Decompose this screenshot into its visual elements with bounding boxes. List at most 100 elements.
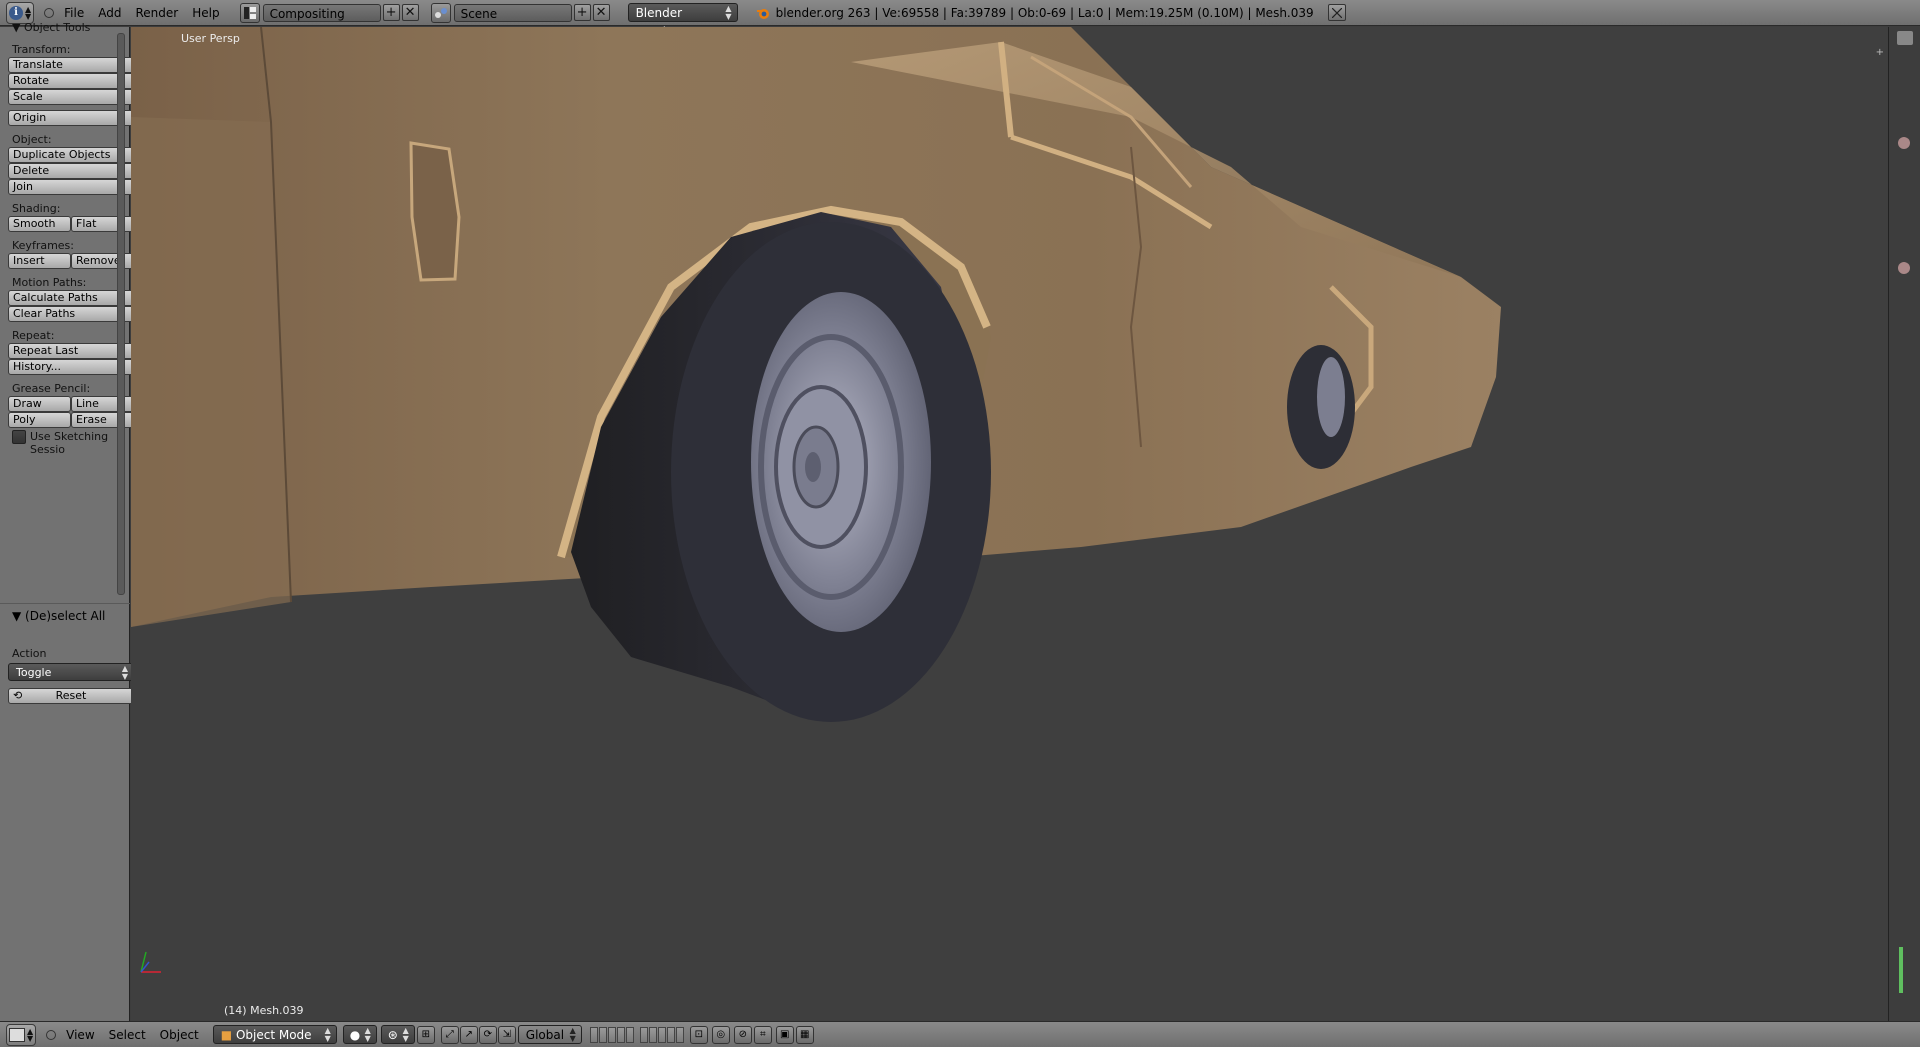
keyframes-label: Keyframes: — [12, 239, 74, 252]
scene-statistics: blender.org 263 | Ve:69558 | Fa:39789 | … — [775, 5, 1314, 20]
chevron-updown-icon: ▲ ▼ — [569, 1026, 576, 1043]
add-scene-icon[interactable]: + — [573, 4, 591, 21]
use-sketching-label: Use Sketching Sessio — [30, 430, 109, 456]
reset-button[interactable]: ⟲ Reset — [8, 688, 134, 704]
smooth-button[interactable]: Smooth — [8, 216, 71, 232]
menu-file[interactable]: File — [62, 6, 86, 20]
menu-collapse-icon[interactable] — [46, 1029, 57, 1040]
menu-add[interactable]: Add — [96, 6, 123, 20]
chevron-updown-icon: ▲ ▼ — [402, 1026, 409, 1043]
panel-divider — [0, 603, 130, 604]
reset-icon: ⟲ — [13, 689, 23, 702]
chevron-updown-icon: ▲ ▼ — [725, 4, 732, 21]
info-icon: i — [9, 5, 23, 20]
translate-button[interactable]: Translate — [8, 57, 134, 73]
snap-toggle-icon[interactable]: ⊘ — [733, 1025, 752, 1044]
pivot-icon: ⊛ — [387, 1028, 398, 1042]
chevron-updown-icon: ▲ ▼ — [27, 1026, 34, 1043]
lock-layers-icon[interactable]: ⊡ — [689, 1025, 708, 1044]
object-label: Object: — [12, 133, 52, 146]
proportional-edit-icon[interactable]: ◎ — [711, 1025, 730, 1044]
motion-paths-label: Motion Paths: — [12, 276, 87, 289]
rotate-manipulator-icon[interactable]: ⟳ — [478, 1025, 497, 1044]
object-tools-title: Object Tools — [23, 21, 91, 34]
rotate-button[interactable]: Rotate — [8, 73, 134, 89]
history-button[interactable]: History... — [8, 359, 134, 375]
translate-manipulator-icon[interactable]: ↗ — [459, 1025, 478, 1044]
chevron-updown-icon: ▲ ▼ — [25, 4, 32, 21]
menu-help[interactable]: Help — [190, 6, 221, 20]
editor-type-selector[interactable]: ▲ ▼ — [6, 1023, 37, 1046]
reset-label: Reset — [55, 689, 87, 702]
transform-orientation-dropdown[interactable]: Global ▲ ▼ — [517, 1025, 582, 1044]
action-dropdown[interactable]: Toggle ▲ ▼ — [8, 663, 134, 681]
properties-toggle-icon[interactable]: + — [1876, 47, 1884, 58]
tool-shelf-scrollbar[interactable] — [117, 33, 125, 595]
viewport-header: ▲ ▼ View Select Object ■ Object Mode ▲ ▼ ●… — [0, 1021, 1920, 1047]
remove-screen-icon[interactable]: ✕ — [401, 4, 419, 21]
zoom-widget-icon[interactable] — [1898, 262, 1910, 274]
tool-shelf: ▼ Object Tools Transform: Translate Rota… — [0, 21, 134, 1021]
shading-label: Shading: — [12, 202, 61, 215]
manipulator-toggle-icon[interactable]: ⤢ — [440, 1025, 459, 1044]
menu-select[interactable]: Select — [107, 1028, 148, 1042]
view3d-icon — [9, 1027, 25, 1042]
mode-value: Object Mode — [235, 1028, 312, 1042]
scroll-indicator — [1899, 947, 1903, 993]
fullscreen-icon[interactable] — [1327, 4, 1346, 21]
poly-button[interactable]: Poly — [8, 412, 71, 428]
layers-group-2[interactable] — [639, 1026, 684, 1043]
pivot-point-dropdown[interactable]: ⊛ ▲ ▼ — [380, 1025, 415, 1044]
join-button[interactable]: Join — [8, 179, 134, 195]
manipulator-center-icon[interactable]: ⊞ — [416, 1025, 435, 1044]
deselect-all-panel-header[interactable]: ▼ (De)select All — [0, 605, 142, 627]
object-mode-icon: ■ — [220, 1028, 233, 1042]
screen-layout-icon[interactable] — [239, 2, 260, 23]
snap-element-icon[interactable]: ⌗ — [753, 1025, 772, 1044]
repeat-last-button[interactable]: Repeat Last — [8, 343, 134, 359]
scene-icon[interactable] — [430, 2, 451, 23]
chevron-updown-icon: ▲ ▼ — [121, 664, 128, 681]
transform-label: Transform: — [12, 43, 71, 56]
action-label: Action — [12, 647, 47, 660]
render-engine-dropdown[interactable]: Blender Render ▲▼ — [627, 3, 738, 39]
duplicate-objects-button[interactable]: Duplicate Objects — [8, 147, 134, 163]
delete-button[interactable]: Delete — [8, 163, 134, 179]
origin-button[interactable]: Origin — [8, 110, 134, 126]
active-object-info: (14) Mesh.039 — [224, 1004, 304, 1017]
navigation-widget-icon[interactable] — [1898, 137, 1910, 149]
grease-pencil-label: Grease Pencil: — [12, 382, 91, 395]
toggle-region-icon[interactable] — [1897, 31, 1913, 45]
menu-collapse-icon[interactable] — [44, 7, 55, 18]
clear-paths-button[interactable]: Clear Paths — [8, 306, 134, 322]
add-screen-icon[interactable]: + — [382, 4, 400, 21]
menu-view[interactable]: View — [64, 1028, 96, 1042]
scene-field[interactable]: Scene — [453, 3, 572, 22]
viewport-view-name: User Persp — [181, 32, 240, 45]
scale-button[interactable]: Scale — [8, 89, 134, 105]
insert-keyframe-button[interactable]: Insert — [8, 253, 71, 269]
3d-viewport[interactable]: User Persp (14) Mesh.039 + — [131, 27, 1888, 1021]
viewport-shading-dropdown[interactable]: ● ▲ ▼ — [342, 1025, 377, 1044]
orientation-value: Global — [525, 1028, 565, 1042]
repeat-label: Repeat: — [12, 329, 55, 342]
render-image-icon[interactable]: ▣ — [775, 1025, 794, 1044]
menu-render[interactable]: Render — [133, 6, 180, 20]
remove-scene-icon[interactable]: ✕ — [592, 4, 610, 21]
render-animation-icon[interactable]: ▦ — [795, 1025, 814, 1044]
object-tools-header[interactable]: ▼ Object Tools — [0, 21, 90, 34]
chevron-updown-icon: ▲ ▼ — [364, 1026, 371, 1043]
solid-shading-icon: ● — [349, 1028, 361, 1042]
mode-dropdown[interactable]: ■ Object Mode ▲ ▼ — [212, 1025, 337, 1044]
viewport-scene — [131, 27, 1501, 973]
calculate-paths-button[interactable]: Calculate Paths — [8, 290, 134, 306]
draw-button[interactable]: Draw — [8, 396, 71, 412]
screen-layout-field[interactable]: Compositing — [262, 3, 381, 22]
use-sketching-checkbox[interactable] — [12, 430, 26, 444]
menu-object[interactable]: Object — [158, 1028, 201, 1042]
layers-group-1[interactable] — [589, 1026, 634, 1043]
chevron-updown-icon: ▲ ▼ — [324, 1026, 331, 1043]
scale-manipulator-icon[interactable]: ⇲ — [497, 1025, 516, 1044]
info-header: i ▲ ▼ File Add Render Help Compositing + … — [0, 0, 1920, 39]
action-value: Toggle — [16, 666, 52, 679]
